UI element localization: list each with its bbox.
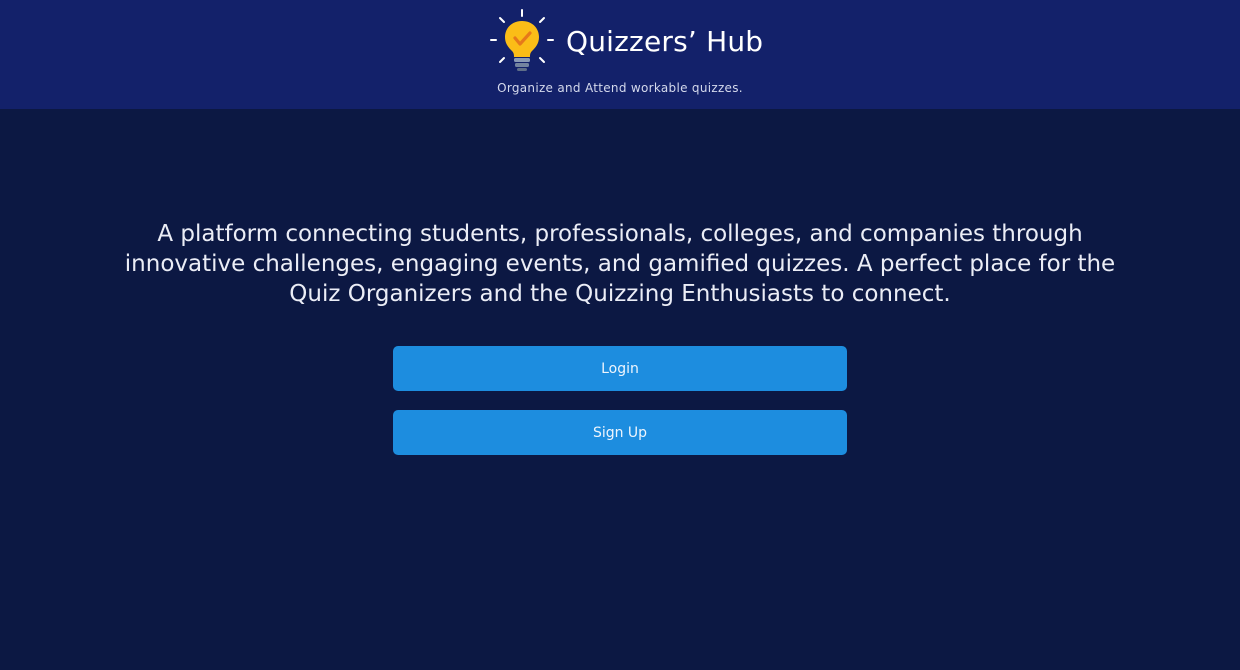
site-header: Quizzers’ Hub Organize and Attend workab… <box>0 0 1240 109</box>
platform-description: A platform connecting students, professi… <box>124 221 1116 307</box>
sign-up-button[interactable]: Sign Up <box>393 410 847 455</box>
site-tagline: Organize and Attend workable quizzes. <box>497 81 743 95</box>
site-title: Quizzers’ Hub <box>566 24 764 58</box>
lightbulb-check-icon <box>490 9 554 71</box>
login-button[interactable]: Login <box>393 346 847 391</box>
brand: Quizzers’ Hub <box>488 8 763 74</box>
